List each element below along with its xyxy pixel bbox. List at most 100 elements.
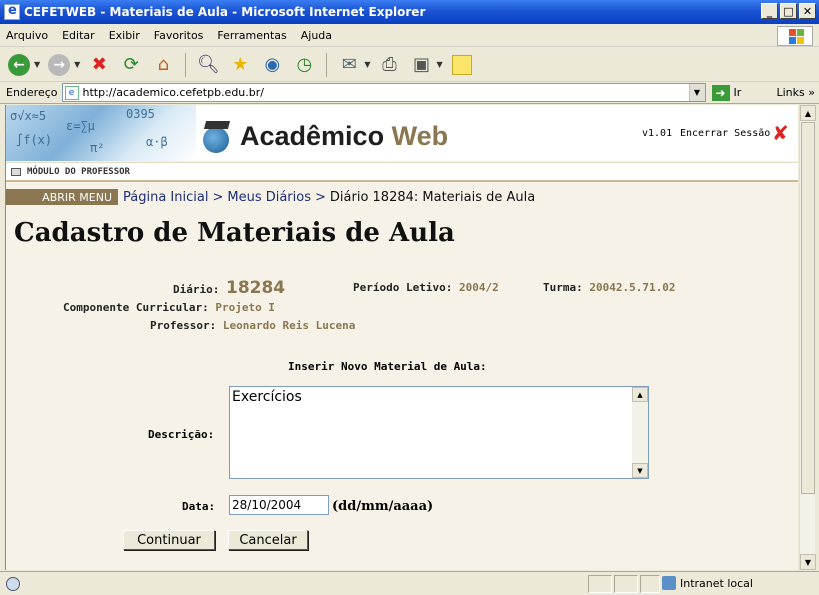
diario-value: 18284 xyxy=(225,278,286,298)
address-label: Endereço xyxy=(6,86,58,99)
home-icon[interactable]: ⌂ xyxy=(150,52,176,78)
edit-dropdown-icon[interactable]: ▼ xyxy=(436,60,442,69)
logout-link[interactable]: Encerrar Sessão xyxy=(680,128,770,139)
date-format-hint: (dd/mm/aaaa) xyxy=(332,499,434,514)
breadcrumb-current: Diário 18284: Materiais de Aula xyxy=(329,189,536,205)
status-cell xyxy=(614,575,638,593)
brand-main: Acadêmico xyxy=(240,121,385,151)
page-title: Cadastro de Materiais de Aula xyxy=(14,218,455,248)
page-scroll-down-icon[interactable]: ▼ xyxy=(800,554,816,570)
address-url[interactable]: http://academico.cefetpb.edu.br/ xyxy=(83,86,265,99)
open-menu-button[interactable]: ABRIR MENU xyxy=(6,189,118,205)
intranet-icon xyxy=(662,576,676,590)
media-icon[interactable]: ◉ xyxy=(259,52,285,78)
window-title: CEFETWEB - Materiais de Aula - Microsoft… xyxy=(24,5,426,19)
back-icon[interactable]: ← xyxy=(6,52,32,78)
favorites-star-icon[interactable]: ★ xyxy=(227,52,253,78)
go-arrow-icon: ➜ xyxy=(711,84,730,101)
zone-label: Intranet local xyxy=(680,576,753,590)
turma-info: Turma: 20042.5.71.02 xyxy=(543,281,675,294)
toolbar-separator xyxy=(326,52,328,77)
periodo-label: Período Letivo: xyxy=(353,281,453,294)
close-button[interactable]: ✕ xyxy=(799,3,816,19)
mail-icon[interactable]: ✉ xyxy=(336,52,362,78)
nav-row: ABRIR MENU Página Inicial > Meus Diários > D… xyxy=(6,188,798,206)
minimize-button[interactable]: _ xyxy=(761,3,778,19)
page-scroll-up-icon[interactable]: ▲ xyxy=(800,105,816,121)
status-bar: Intranet local xyxy=(0,571,819,595)
address-bar: Endereço e http://academico.cefetpb.edu.… xyxy=(0,82,819,104)
maximize-button[interactable]: □ xyxy=(780,3,797,19)
professor-info: Professor: Leonardo Reis Lucena xyxy=(150,319,355,332)
form-heading: Inserir Novo Material de Aula: xyxy=(288,360,487,373)
module-bar: MÓDULO DO PROFESSOR xyxy=(6,162,798,182)
professor-value: Leonardo Reis Lucena xyxy=(222,319,356,332)
menu-arquivo[interactable]: Arquivo xyxy=(6,29,48,42)
data-label: Data: xyxy=(182,500,216,513)
cancelar-button[interactable]: Cancelar xyxy=(228,530,308,550)
windows-logo-icon xyxy=(777,26,813,46)
date-input[interactable] xyxy=(229,495,329,515)
page-viewport: σ√x≈5 ε=∑μ 0395 ∫f(x) π² α·β Acadêmico W… xyxy=(5,105,798,570)
breadcrumb: Página Inicial > Meus Diários > Diário 18284… xyxy=(123,190,535,205)
history-icon[interactable]: ◷ xyxy=(291,52,317,78)
periodo-value: 2004/2 xyxy=(458,281,499,294)
turma-value: 20042.5.71.02 xyxy=(589,281,676,294)
menu-favoritos[interactable]: Favoritos xyxy=(154,29,204,42)
links-label: Links xyxy=(776,86,805,99)
professor-label: Professor: xyxy=(150,319,217,332)
forward-dropdown-icon[interactable]: ▼ xyxy=(74,60,80,69)
address-dropdown-icon[interactable]: ▼ xyxy=(688,84,705,101)
breadcrumb-diaries[interactable]: Meus Diários xyxy=(227,190,311,205)
module-icon xyxy=(11,167,21,176)
menu-bar: Arquivo Editar Exibir Favoritos Ferramen… xyxy=(0,24,819,47)
brand-accent: Web xyxy=(391,121,449,151)
componente-label: Componente Curricular: xyxy=(63,301,209,314)
status-cell xyxy=(588,575,612,593)
breadcrumb-separator: > xyxy=(212,189,224,205)
diario-label: Diário: xyxy=(173,283,220,296)
mail-dropdown-icon[interactable]: ▼ xyxy=(364,60,370,69)
periodo-info: Período Letivo: 2004/2 xyxy=(353,281,499,294)
security-zone: Intranet local xyxy=(662,576,753,590)
menu-editar[interactable]: Editar xyxy=(62,29,95,42)
page-icon: e xyxy=(64,85,79,100)
address-input[interactable]: e http://academico.cefetpb.edu.br/ ▼ xyxy=(61,83,706,102)
page-status-icon xyxy=(6,576,20,591)
turma-label: Turma: xyxy=(543,281,583,294)
descricao-textarea[interactable]: Exercícios xyxy=(230,387,632,478)
search-icon[interactable]: 🔍︎ xyxy=(195,52,221,78)
toolbar: ← ▼ → ▼ ✖ ⟳ ⌂ 🔍︎ ★ ◉ ◷ ✉ ▼ ⎙ ▣ ▼ xyxy=(0,48,819,82)
breadcrumb-separator: > xyxy=(315,189,326,205)
textarea-scrollbar[interactable]: ▲ ▼ xyxy=(632,387,648,478)
menu-exibir[interactable]: Exibir xyxy=(109,29,140,42)
banner-decoration: σ√x≈5 ε=∑μ 0395 ∫f(x) π² α·β xyxy=(6,105,196,161)
toolbar-separator xyxy=(185,52,187,77)
title-bar: CEFETWEB - Materiais de Aula - Microsoft… xyxy=(0,0,819,24)
menu-ajuda[interactable]: Ajuda xyxy=(301,29,332,42)
continuar-button[interactable]: Continuar xyxy=(123,530,215,550)
print-icon[interactable]: ⎙ xyxy=(376,52,402,78)
notes-icon[interactable] xyxy=(449,52,475,78)
go-button[interactable]: ➜ Ir xyxy=(711,84,741,101)
breadcrumb-home[interactable]: Página Inicial xyxy=(123,190,208,205)
page-scroll-thumb[interactable] xyxy=(801,122,815,494)
module-label: MÓDULO DO PROFESSOR xyxy=(27,166,130,177)
forward-icon[interactable]: → xyxy=(46,52,72,78)
scroll-down-icon[interactable]: ▼ xyxy=(632,463,648,478)
window-controls: _ □ ✕ xyxy=(761,3,816,19)
stop-icon[interactable]: ✖ xyxy=(86,52,112,78)
descricao-textarea-wrapper: Exercícios ▲ ▼ xyxy=(229,386,649,479)
brand-logo-icon xyxy=(201,119,233,153)
logout-x-icon[interactable]: ✘ xyxy=(772,121,789,145)
componente-info: Componente Curricular: Projeto I xyxy=(63,301,275,314)
componente-value: Projeto I xyxy=(215,301,275,314)
diario-info: Diário: 18284 xyxy=(173,278,285,298)
page-scrollbar[interactable]: ▲ ▼ xyxy=(799,105,816,570)
scroll-up-icon[interactable]: ▲ xyxy=(632,387,648,402)
links-button[interactable]: Links » xyxy=(777,86,816,99)
refresh-icon[interactable]: ⟳ xyxy=(118,52,144,78)
back-dropdown-icon[interactable]: ▼ xyxy=(34,60,40,69)
menu-ferramentas[interactable]: Ferramentas xyxy=(217,29,286,42)
edit-icon[interactable]: ▣ xyxy=(408,52,434,78)
